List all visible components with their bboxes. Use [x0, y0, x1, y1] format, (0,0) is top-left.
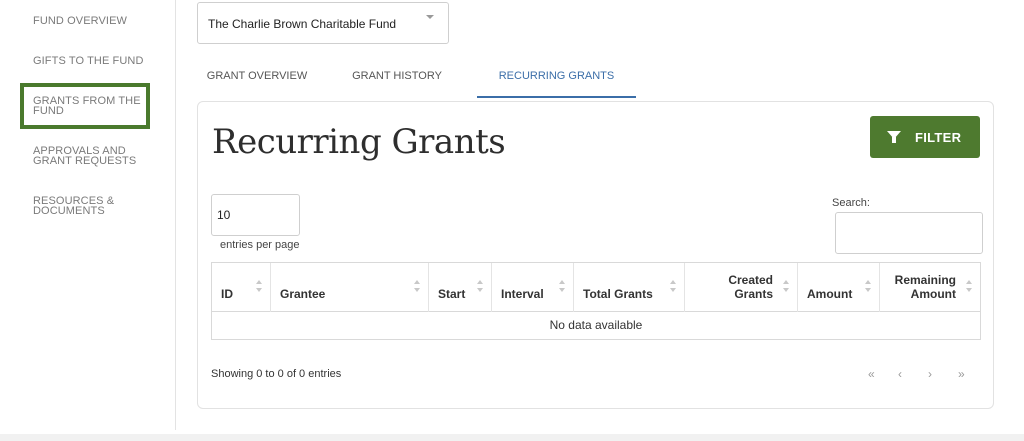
recurring-grants-table: ID Grantee Start Interval Total Grants C…: [211, 262, 981, 340]
pagination-previous-button[interactable]: ‹: [898, 367, 902, 381]
table-info: Showing 0 to 0 of 0 entries: [211, 368, 342, 380]
column-header-label: ID: [221, 287, 233, 301]
fund-select-value: The Charlie Brown Charitable Fund: [208, 17, 397, 31]
sidebar: FUND OVERVIEW GIFTS TO THE FUND GRANTS F…: [0, 0, 176, 430]
fund-select[interactable]: The Charlie Brown Charitable Fund: [197, 2, 449, 44]
filter-button[interactable]: FILTER: [870, 116, 980, 158]
tab-grant-overview[interactable]: GRANT OVERVIEW: [197, 62, 317, 98]
column-header-start[interactable]: Start: [429, 263, 492, 312]
filter-button-label: FILTER: [915, 130, 962, 145]
column-header-total-grants[interactable]: Total Grants: [574, 263, 685, 312]
pagination: « ‹ › »: [866, 367, 976, 383]
column-header-remaining-amount[interactable]: Remaining Amount: [880, 263, 980, 312]
chevron-down-icon: [426, 15, 434, 19]
page-title: Recurring Grants: [212, 122, 506, 162]
tab-grant-history[interactable]: GRANT HISTORY: [337, 62, 457, 98]
sort-icon: [477, 280, 483, 294]
column-header-label: Total Grants: [583, 287, 653, 301]
sort-icon: [256, 280, 262, 294]
column-header-amount[interactable]: Amount: [798, 263, 880, 312]
pagination-last-button[interactable]: »: [958, 367, 965, 381]
sort-icon: [783, 280, 789, 294]
column-header-label: Start: [438, 287, 466, 301]
column-header-interval[interactable]: Interval: [492, 263, 574, 312]
search-label: Search:: [832, 197, 870, 209]
column-header-label: Interval: [501, 287, 544, 301]
bottom-strip: [0, 434, 1024, 441]
search-input[interactable]: [835, 212, 983, 254]
sort-icon: [966, 280, 972, 294]
sidebar-item-resources-and-documents[interactable]: RESOURCES & DOCUMENTS: [33, 196, 153, 217]
recurring-grants-card: Recurring Grants FILTER entries per page…: [197, 101, 994, 409]
column-header-label: Created Grants: [728, 273, 773, 301]
entries-per-page-input[interactable]: [211, 194, 300, 236]
pagination-first-button[interactable]: «: [868, 367, 875, 381]
sort-icon: [670, 280, 676, 294]
sidebar-item-approvals-and-grant-requests[interactable]: APPROVALS AND GRANT REQUESTS: [33, 146, 153, 167]
column-header-label: Remaining Amount: [894, 273, 956, 301]
sidebar-item-grants-from-the-fund[interactable]: GRANTS FROM THE FUND: [20, 83, 150, 129]
filter-icon-stem: [892, 137, 896, 143]
sort-icon: [865, 280, 871, 294]
sort-icon: [559, 280, 565, 294]
column-header-grantee[interactable]: Grantee: [271, 263, 429, 312]
sidebar-item-fund-overview[interactable]: FUND OVERVIEW: [33, 16, 153, 27]
sort-icon: [414, 280, 420, 294]
pagination-next-button[interactable]: ›: [928, 367, 932, 381]
entries-per-page-label: entries per page: [220, 239, 300, 251]
table-empty-row: No data available: [549, 318, 643, 332]
main-content: The Charlie Brown Charitable Fund GRANT …: [176, 0, 1024, 441]
table-header: ID Grantee Start Interval Total Grants C…: [212, 263, 980, 312]
column-header-created-grants[interactable]: Created Grants: [685, 263, 798, 312]
column-header-id[interactable]: ID: [212, 263, 271, 312]
tab-recurring-grants[interactable]: RECURRING GRANTS: [477, 62, 636, 98]
sidebar-item-gifts-to-the-fund[interactable]: GIFTS TO THE FUND: [33, 56, 153, 67]
column-header-label: Amount: [807, 287, 853, 301]
column-header-label: Grantee: [280, 287, 326, 301]
